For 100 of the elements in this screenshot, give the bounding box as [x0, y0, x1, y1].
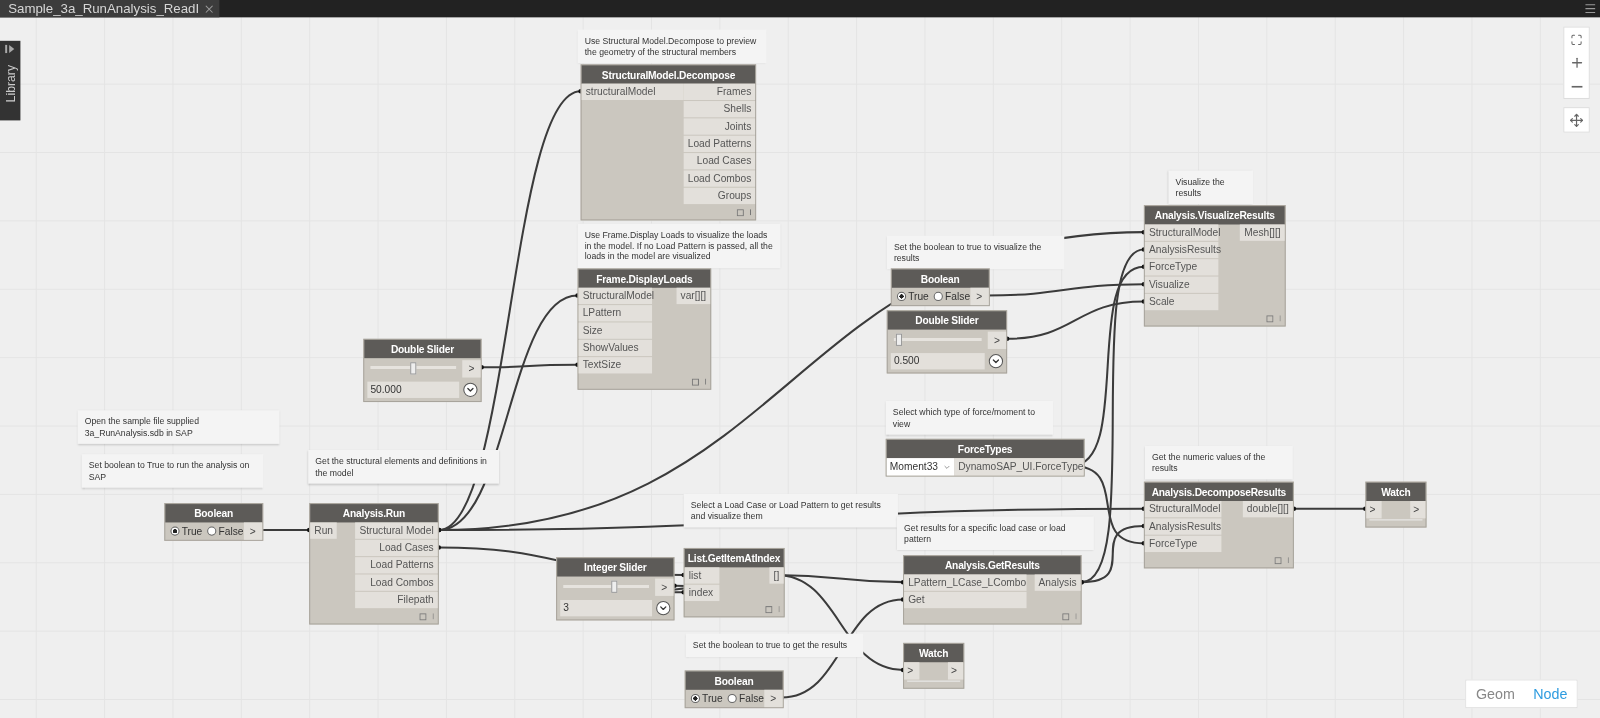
- note[interactable]: Set boolean to True to run the analysis on SAP: [81, 454, 264, 488]
- graph-node[interactable]: List.GetItemAtIndex list index []: [683, 547, 785, 618]
- output-port[interactable]: >: [763, 689, 783, 708]
- node-title: StructuralModel.Decompose: [581, 65, 756, 84]
- node-title: Analysis.GetResults: [904, 556, 1081, 575]
- graph-node[interactable]: Analysis.Run Run Structural Model Load Cases Load Patterns Load Combos Filepath: [309, 503, 439, 625]
- output-port[interactable]: var[][]: [676, 287, 711, 305]
- output-port[interactable]: Shells: [683, 101, 756, 118]
- graph-node[interactable]: Analysis.VisualizeResults StructuralModel AnalysisResults ForceType Visualize Scale Mesh[][]: [1143, 205, 1286, 327]
- output-port[interactable]: Load Patterns: [683, 135, 756, 153]
- graph-node[interactable]: Boolean True False >: [890, 268, 990, 307]
- value-field[interactable]: 0.500: [890, 353, 985, 370]
- library-tab[interactable]: Library: [0, 40, 21, 121]
- node-title: Analysis.DecomposeResults: [1144, 482, 1293, 501]
- input-port[interactable]: LPattern: [578, 305, 653, 322]
- graph-node[interactable]: Double Slider > 50.000: [363, 338, 482, 403]
- node-title: Boolean: [165, 504, 262, 523]
- output-port[interactable]: >: [947, 662, 964, 680]
- radio-label: False: [739, 692, 764, 705]
- node-title: Analysis.VisualizeResults: [1144, 206, 1285, 225]
- radio-label: True: [908, 290, 929, 303]
- graph-node[interactable]: Double Slider > 0.500: [886, 310, 1008, 374]
- note[interactable]: Set the boolean to true to visualize the results: [886, 235, 1065, 270]
- input-port[interactable]: LPattern_LCase_LCombo: [904, 574, 1027, 591]
- output-port[interactable]: Frames: [683, 83, 756, 100]
- node-title: Analysis.Run: [310, 504, 438, 523]
- note[interactable]: Get results for a specific load case or load pattern: [896, 516, 1094, 551]
- node-title: Double Slider: [364, 339, 481, 359]
- output-port[interactable]: >: [987, 331, 1007, 349]
- radio-label: True: [181, 525, 203, 537]
- output-port[interactable]: Analysis: [1034, 574, 1081, 591]
- input-port[interactable]: StructuralModel: [578, 287, 653, 305]
- graph-node[interactable]: Boolean True False >: [684, 670, 784, 709]
- output-port[interactable]: Groups: [683, 187, 756, 205]
- graph-node[interactable]: StructuralModel.Decompose structuralModel Frames Shells Joints Load Patterns Load Cases Load Combos Groups: [580, 64, 757, 221]
- graph-node[interactable]: Analysis.DecomposeResults StructuralModel AnalysisResults ForceType double[][]: [1143, 481, 1294, 569]
- note[interactable]: Use Frame.Display Loads to visualize the loads in the model. If no Load Pattern is passed, all the loads in the model are visualized: [577, 223, 781, 269]
- input-port[interactable]: >: [904, 662, 920, 680]
- note[interactable]: Use Structural Model.Decompose to preview the geometry of the structural members: [577, 29, 767, 64]
- input-port[interactable]: TextSize: [578, 357, 653, 374]
- output-port[interactable]: Load Cases: [683, 153, 756, 170]
- input-port[interactable]: index: [684, 584, 720, 601]
- output-port[interactable]: Filepath: [355, 591, 438, 609]
- input-port[interactable]: ShowValues: [578, 339, 653, 357]
- node-title: Frame.DisplayLoads: [578, 269, 711, 288]
- dropdown[interactable]: Moment33: [886, 458, 955, 476]
- note[interactable]: Get the numeric values of the results: [1144, 445, 1293, 480]
- output-port[interactable]: >: [243, 522, 262, 540]
- graph-node[interactable]: Watch > >: [1365, 481, 1427, 528]
- output-port[interactable]: Load Combos: [683, 170, 756, 187]
- graph-node[interactable]: Boolean True False >: [164, 503, 263, 541]
- input-port[interactable]: ForceType: [1144, 535, 1222, 553]
- input-port[interactable]: list: [684, 567, 720, 584]
- input-port[interactable]: Run: [310, 522, 337, 539]
- note[interactable]: Open the sample file supplied 3a_RunAnalysis.sdb in SAP: [77, 410, 280, 445]
- output-port[interactable]: Load Patterns: [355, 557, 438, 574]
- input-port[interactable]: AnalysisResults: [1144, 518, 1222, 535]
- output-port[interactable]: >: [970, 287, 989, 306]
- input-port[interactable]: StructuralModel: [1144, 501, 1222, 518]
- input-port[interactable]: Visualize: [1144, 276, 1219, 293]
- node-title: Watch: [1366, 482, 1426, 501]
- output-port[interactable]: []: [769, 567, 784, 584]
- output-port[interactable]: double[][]: [1242, 501, 1293, 518]
- input-port[interactable]: Get: [904, 591, 1027, 609]
- node-title: Watch: [904, 643, 964, 663]
- input-port[interactable]: StructuralModel: [1144, 224, 1219, 241]
- output-port[interactable]: >: [1410, 501, 1426, 519]
- input-port[interactable]: AnalysisResults: [1144, 241, 1219, 259]
- output-port[interactable]: Mesh[][]: [1240, 224, 1285, 241]
- output-port[interactable]: >: [655, 578, 674, 596]
- node-title: Integer Slider: [557, 558, 674, 577]
- output-port[interactable]: Load Combos: [355, 574, 438, 591]
- radio-label: True: [702, 692, 723, 705]
- output-port[interactable]: Structural Model: [355, 522, 438, 539]
- input-port[interactable]: Size: [578, 322, 653, 339]
- file-tab[interactable]: Sample_3a_RunAnalysis_ReadI: [0, 0, 220, 18]
- input-port[interactable]: structuralModel: [581, 83, 684, 100]
- graph-node[interactable]: Integer Slider > 3: [556, 557, 675, 621]
- graph-node[interactable]: ForceTypes Moment33 DynamoSAP_UI.ForceType: [885, 438, 1085, 477]
- graph-node[interactable]: Analysis.GetResults LPattern_LCase_LCombo Get Analysis: [903, 555, 1082, 625]
- node-title: Boolean: [685, 671, 783, 690]
- note[interactable]: Select a Load Case or Load Pattern to get results and visualize them: [683, 493, 898, 528]
- view-toggle[interactable]: Geom: [1466, 680, 1524, 708]
- graph-node[interactable]: Frame.DisplayLoads StructuralModel LPattern Size ShowValues TextSize var[][]: [577, 268, 712, 390]
- note[interactable]: Get the structural elements and definitions in the model: [308, 450, 499, 484]
- node-title: ForceTypes: [886, 439, 1084, 459]
- input-port[interactable]: Scale: [1144, 293, 1219, 311]
- note[interactable]: Set the boolean to true to get the results: [685, 633, 864, 657]
- value-field[interactable]: 50.000: [367, 381, 460, 398]
- output-port[interactable]: Joints: [683, 118, 756, 135]
- output-port[interactable]: Load Cases: [355, 539, 438, 557]
- value-field[interactable]: 3: [560, 600, 653, 617]
- note[interactable]: Visualize the results: [1168, 170, 1254, 205]
- graph-node[interactable]: Watch > >: [903, 642, 965, 689]
- note[interactable]: Select which type of force/moment to view: [885, 401, 1054, 435]
- input-port[interactable]: >: [1366, 501, 1382, 519]
- output-port[interactable]: DynamoSAP_UI.ForceType: [954, 458, 1084, 476]
- input-port[interactable]: ForceType: [1144, 259, 1219, 276]
- output-port[interactable]: >: [462, 359, 481, 378]
- node-title: List.GetItemAtIndex: [684, 549, 784, 568]
